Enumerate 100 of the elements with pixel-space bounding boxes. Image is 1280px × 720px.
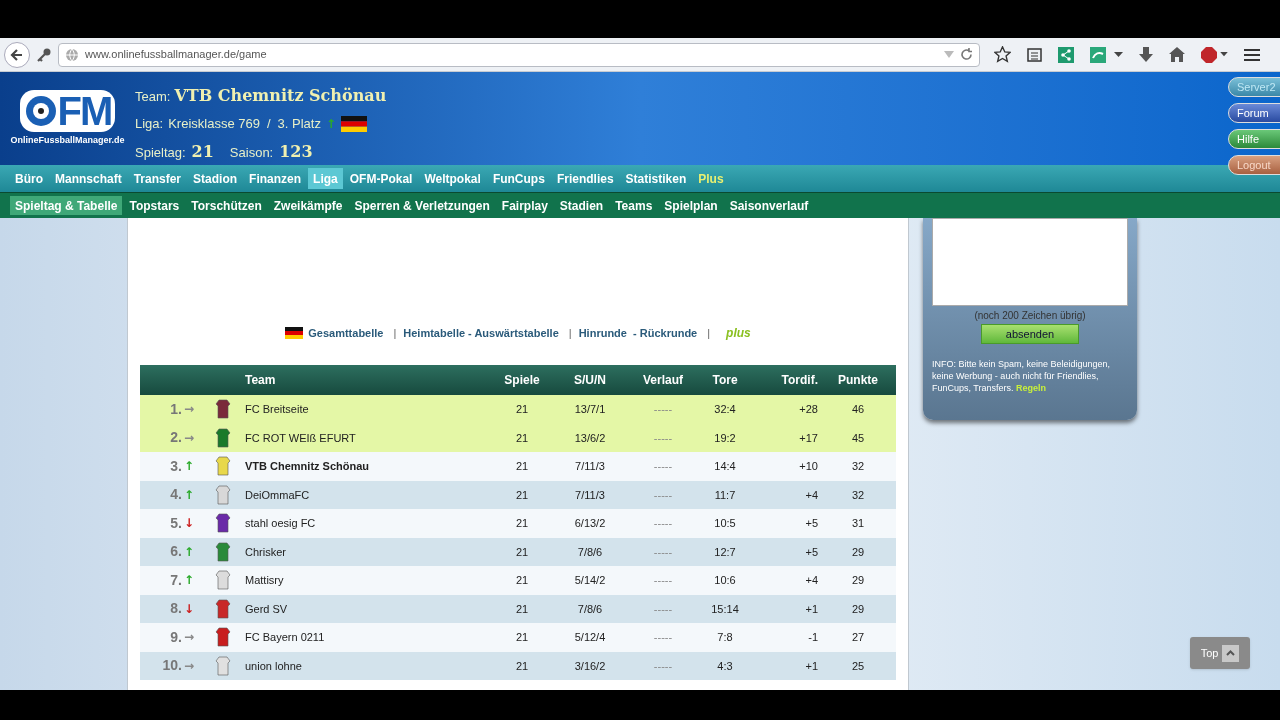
- team-name[interactable]: DeiOmmaFC: [245, 486, 497, 503]
- table-row[interactable]: 6.↑ Chrisker 21 7/8/6 ----- 12:7 +5 29: [140, 537, 896, 566]
- back-button[interactable]: [4, 41, 30, 68]
- table-cell-text: 10:5: [713, 516, 737, 531]
- rules-link[interactable]: Regeln: [1016, 383, 1047, 393]
- side-button[interactable]: Forum: [1228, 103, 1280, 123]
- nav-tab[interactable]: Transfer: [128, 168, 187, 189]
- extension-icon[interactable]: [1090, 46, 1106, 63]
- table-cell-text: 21: [514, 516, 530, 531]
- table-row[interactable]: 4.↑ DeiOmmaFC 21 7/11/3 ----- 11:7 +4 32: [140, 480, 896, 509]
- nav-tab[interactable]: Friendlies: [551, 168, 619, 189]
- info-text: INFO: Bitte kein Spam, keine Beleidigungen, keine Werbung - auch nicht für Friendlies, FunCups, Transfers. Regeln: [931, 358, 1112, 394]
- team-name[interactable]: Chrisker: [245, 543, 497, 560]
- table-cell-text: -----: [652, 630, 674, 645]
- table-row[interactable]: 9.→ FC Bayern 0211 21 5/12/4 ----- 7:8 -1 27: [140, 623, 896, 652]
- team-name: VTB Chemnitz Schönau: [174, 85, 387, 107]
- team-name[interactable]: FC Breitseite: [245, 401, 497, 418]
- table-cell-text: 12:7: [713, 544, 737, 560]
- table-cell-text: 15:14: [710, 601, 740, 617]
- nav-tab[interactable]: FunCups: [487, 168, 550, 189]
- rank-number: 1.: [170, 399, 182, 419]
- rank-number: 5.: [170, 513, 182, 533]
- table-row[interactable]: 5.↓ stahl oesig FC 21 6/13/2 ----- 10:5 +5 31: [140, 509, 896, 538]
- nav-tab[interactable]: Mannschaft: [50, 168, 127, 189]
- subnav-tab[interactable]: Stadien: [554, 196, 609, 215]
- clipboard-icon[interactable]: [1027, 47, 1042, 62]
- nav-tab[interactable]: Statistiken: [620, 168, 692, 189]
- top-button[interactable]: Top: [1190, 637, 1250, 669]
- trend-arrow-icon: →: [183, 631, 194, 644]
- table-filter-link[interactable]: Heimtabelle - Auswärtstabelle: [403, 324, 559, 342]
- table-cell-text: 21: [514, 573, 530, 588]
- subnav-tab[interactable]: Saisonverlauf: [724, 196, 814, 215]
- nav-tab[interactable]: Weltpokal: [419, 168, 486, 189]
- team-name[interactable]: union lohne: [245, 657, 497, 674]
- home-icon[interactable]: [1169, 47, 1185, 62]
- subnav-tab[interactable]: Spielplan: [659, 196, 723, 215]
- rank-number: 4.: [170, 485, 182, 505]
- nav-tab[interactable]: Büro: [10, 168, 48, 189]
- table-row[interactable]: 3.↑ VTB Chemnitz Schönau 21 7/11/3 ----- 14:4 +10 32: [140, 452, 896, 481]
- chevron-up-icon: [1222, 644, 1240, 662]
- table-filter-link[interactable]: Gesamttabelle: [308, 324, 384, 342]
- star-icon[interactable]: [994, 46, 1011, 63]
- send-button[interactable]: absenden: [981, 324, 1079, 344]
- table-cell-text: -----: [652, 573, 674, 588]
- table-filter-link[interactable]: Hinrunde - Rückrunde: [578, 324, 698, 342]
- team-name[interactable]: VTB Chemnitz Schönau: [245, 458, 497, 475]
- subnav-tab[interactable]: Spieltag & Tabelle: [10, 196, 123, 215]
- table-cell-text: 6/13/2: [573, 516, 607, 531]
- column-header: Team: [245, 372, 277, 389]
- side-button[interactable]: Hilfe: [1228, 129, 1280, 149]
- team-name[interactable]: FC ROT WEIß EFURT: [245, 429, 497, 446]
- nav-tab[interactable]: OFM-Pokal: [344, 168, 418, 189]
- reload-icon[interactable]: [960, 48, 973, 61]
- team-name[interactable]: Mattisry: [245, 572, 497, 589]
- team-name[interactable]: FC Bayern 0211: [245, 629, 497, 646]
- share-icon[interactable]: [1058, 46, 1074, 63]
- download-icon[interactable]: [1139, 46, 1153, 63]
- subnav-tab[interactable]: Torschützen: [186, 196, 267, 215]
- table-cell-text: 21: [514, 459, 530, 474]
- url-text: www.onlinefussballmanager.de/game: [85, 47, 268, 63]
- subnav-tab[interactable]: Fairplay: [496, 196, 553, 215]
- table-row[interactable]: 7.↑ Mattisry 21 5/14/2 ----- 10:6 +4 29: [140, 566, 896, 595]
- table-cell-text: 32: [850, 459, 866, 474]
- nav-tab[interactable]: Stadion: [188, 168, 243, 189]
- column-header: Tore: [711, 372, 739, 389]
- table-row[interactable]: 2.→ FC ROT WEIß EFURT 21 13/6/2 ----- 19:2 +17 45: [140, 423, 896, 452]
- flag-icon: [341, 115, 368, 132]
- table-cell-text: 45: [850, 430, 866, 446]
- table-cell-text: +4: [804, 573, 819, 588]
- team-name[interactable]: Gerd SV: [245, 600, 497, 617]
- subnav-tab[interactable]: Sperren & Verletzungen: [349, 196, 495, 215]
- table-cell-text: 46: [850, 402, 866, 417]
- subnav-tab[interactable]: Teams: [610, 196, 658, 215]
- caret-icon[interactable]: [1220, 52, 1228, 57]
- caret-icon[interactable]: [1114, 51, 1123, 58]
- table-cell-text: 4:3: [716, 658, 734, 674]
- table-row[interactable]: 8.↓ Gerd SV 21 7/8/6 ----- 15:14 +1 29: [140, 594, 896, 623]
- adblock-icon[interactable]: [1201, 46, 1217, 63]
- trend-arrow-icon: ↑: [183, 488, 194, 501]
- menu-icon[interactable]: [1244, 47, 1260, 62]
- logo-mark[interactable]: FM: [19, 89, 116, 132]
- message-field[interactable]: [932, 218, 1128, 306]
- subnav-tab[interactable]: Zweikämpfe: [268, 196, 348, 215]
- table-cell-text: -----: [652, 459, 674, 474]
- subnav-tab[interactable]: Topstars: [124, 196, 185, 215]
- nav-tab[interactable]: Finanzen: [244, 168, 307, 189]
- team-name[interactable]: stahl oesig FC: [245, 515, 497, 532]
- matchday-label: Spieltag:: [135, 143, 186, 162]
- globe-icon: [65, 47, 79, 62]
- table-cell-text: 19:2: [713, 430, 737, 446]
- trend-arrow-icon: ↑: [183, 460, 194, 473]
- address-bar[interactable]: www.onlinefussballmanager.de/game: [58, 42, 980, 67]
- table-cell-text: +4: [804, 487, 819, 503]
- table-cell-text: 21: [514, 430, 530, 446]
- matchday-value: 21: [191, 140, 214, 163]
- table-row[interactable]: 1.→ FC Breitseite 21 13/7/1 ----- 32:4 +28 46: [140, 395, 896, 424]
- table-cell-text: 11:7: [713, 487, 737, 503]
- table-row[interactable]: 10.→ union lohne 21 3/16/2 ----- 4:3 +1 25: [140, 651, 896, 680]
- table-cell-text: -----: [652, 487, 674, 503]
- key-icon[interactable]: [36, 46, 52, 63]
